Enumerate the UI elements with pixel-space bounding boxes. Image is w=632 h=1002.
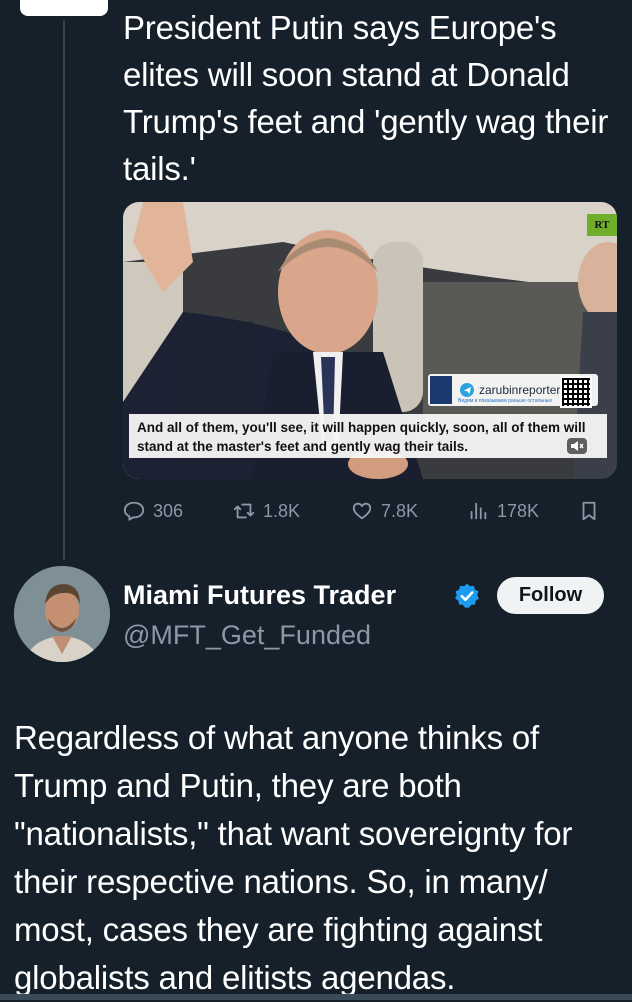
like-count: 7.8K <box>381 500 419 521</box>
repost-button[interactable]: 1.8K <box>233 494 300 528</box>
views-button[interactable]: 178K <box>467 494 539 528</box>
avatar[interactable] <box>14 566 110 662</box>
avatar-portrait <box>14 566 110 662</box>
telegram-icon <box>460 383 474 397</box>
reply-icon <box>123 501 145 521</box>
previous-avatar-edge <box>20 0 108 16</box>
repost-icon <box>233 503 255 519</box>
bottom-divider <box>0 994 632 1000</box>
video-player[interactable]: RT zarubinreporter Видим и показываем ра… <box>123 202 617 479</box>
reply-button[interactable]: 306 <box>123 494 183 528</box>
quoted-post-text: President Putin says Europe's elites wil… <box>123 9 609 187</box>
verified-badge-icon <box>455 583 479 608</box>
views-count: 178K <box>497 500 540 521</box>
reply-count: 306 <box>153 500 184 521</box>
video-subtitle: And all of them, you'll see, it will hap… <box>137 420 586 454</box>
tweet-text: Regardless of what anyone thinks of Trum… <box>14 719 573 996</box>
channel-name: zarubinreporter <box>479 383 561 397</box>
follow-button[interactable]: Follow <box>497 577 604 614</box>
repost-count: 1.8K <box>263 500 301 521</box>
qr-code-icon <box>560 376 592 408</box>
rt-logo-badge: RT <box>587 214 617 236</box>
bookmark-button[interactable] <box>578 494 608 528</box>
like-button[interactable]: 7.8K <box>351 494 418 528</box>
thread-connector-line <box>63 20 65 560</box>
heart-icon <box>352 502 372 520</box>
author-name[interactable]: Miami Futures Trader <box>123 577 396 613</box>
telegram-channel-overlay: zarubinreporter Видим и показываем раньш… <box>428 374 598 408</box>
author-handle[interactable]: @MFT_Get_Funded <box>123 617 371 653</box>
views-icon <box>470 502 487 520</box>
channel-thumbnail <box>430 376 452 404</box>
bookmark-icon <box>582 501 596 521</box>
channel-subtext: Видим и показываем раньше остальных <box>458 398 553 404</box>
engagement-bar: 306 1.8K 7.8K 178K <box>123 494 603 528</box>
mute-icon[interactable] <box>567 438 587 454</box>
